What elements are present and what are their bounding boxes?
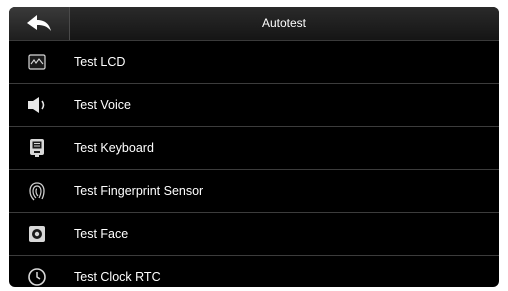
autotest-screen: Autotest Test LCD Test Voice Test Keyboa…	[9, 7, 499, 287]
page-title: Autotest	[261, 16, 307, 30]
list-item-test-lcd[interactable]: Test LCD	[9, 41, 499, 84]
face-camera-icon	[27, 224, 47, 244]
back-arrow-icon	[27, 14, 51, 31]
header-bar: Autotest	[9, 7, 499, 41]
speaker-icon	[27, 95, 47, 115]
list-item-test-face[interactable]: Test Face	[9, 213, 499, 256]
list-item-test-fingerprint[interactable]: Test Fingerprint Sensor	[9, 170, 499, 213]
keyboard-icon	[27, 138, 47, 158]
list-item-test-keyboard[interactable]: Test Keyboard	[9, 127, 499, 170]
list-item-label: Test Keyboard	[74, 141, 154, 155]
list-item-test-voice[interactable]: Test Voice	[9, 84, 499, 127]
list-item-label: Test Fingerprint Sensor	[74, 184, 204, 198]
lcd-icon	[27, 52, 47, 72]
list-item-label: Test LCD	[74, 55, 126, 69]
list-item-label: Test Voice	[74, 98, 131, 112]
list-item-test-clock[interactable]: Test Clock RTC	[9, 256, 499, 287]
fingerprint-icon	[27, 181, 47, 201]
back-button[interactable]	[9, 7, 70, 40]
list-item-label: Test Face	[74, 227, 129, 241]
list-item-label: Test Clock RTC	[74, 270, 161, 284]
clock-icon	[27, 267, 47, 287]
test-list: Test LCD Test Voice Test Keyboard Test F…	[9, 41, 499, 287]
